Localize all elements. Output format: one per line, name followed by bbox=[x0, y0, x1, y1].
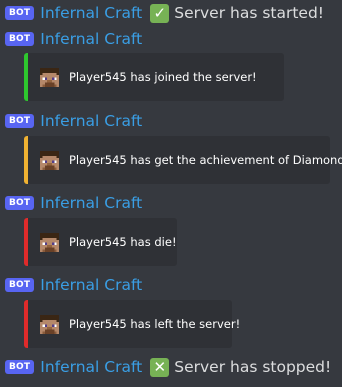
embed-player-joined: Player545 has joined the server! bbox=[24, 53, 284, 101]
bot-username[interactable]: Infernal Craft bbox=[40, 4, 142, 22]
message-server-stopped: BOT Infernal Craft ✕ Server has stopped! bbox=[5, 357, 331, 377]
player-avatar-icon bbox=[40, 150, 59, 170]
message-header: BOT Infernal Craft bbox=[5, 275, 142, 295]
bot-tag: BOT bbox=[5, 32, 35, 46]
embed-player-left: Player545 has left the server! bbox=[24, 300, 240, 348]
bot-tag: BOT bbox=[5, 278, 35, 292]
embed-color-bar bbox=[24, 136, 28, 184]
embed-color-bar bbox=[24, 218, 28, 266]
message-text: Server has stopped! bbox=[174, 358, 332, 376]
embed-color-bar bbox=[24, 300, 28, 348]
bot-username[interactable]: Infernal Craft bbox=[40, 276, 142, 294]
check-mark-button-icon: ✓ bbox=[150, 3, 170, 23]
embed-text: Player545 has die! bbox=[69, 235, 177, 249]
player-avatar-icon bbox=[40, 232, 59, 252]
embed-player-achievement: Player545 has get the achievement of Dia… bbox=[24, 136, 342, 184]
embed-text: Player545 has left the server! bbox=[69, 317, 241, 331]
message-header: BOT Infernal Craft bbox=[5, 193, 142, 213]
message-header: BOT Infernal Craft bbox=[5, 111, 142, 131]
player-avatar-icon bbox=[40, 314, 59, 334]
message-text: Server has started! bbox=[174, 4, 325, 22]
bot-tag: BOT bbox=[5, 114, 35, 128]
player-avatar-icon bbox=[40, 67, 59, 87]
cross-mark-button-icon: ✕ bbox=[150, 357, 170, 377]
bot-username[interactable]: Infernal Craft bbox=[40, 358, 142, 376]
embed-text: Player545 has get the achievement of Dia… bbox=[69, 153, 342, 167]
bot-tag: BOT bbox=[5, 360, 35, 374]
bot-username[interactable]: Infernal Craft bbox=[40, 112, 142, 130]
bot-tag: BOT bbox=[5, 196, 35, 210]
message-header: BOT Infernal Craft bbox=[5, 29, 142, 49]
embed-player-died: Player545 has die! bbox=[24, 218, 177, 266]
message-server-started: BOT Infernal Craft ✓ Server has started! bbox=[5, 3, 324, 23]
bot-username[interactable]: Infernal Craft bbox=[40, 30, 142, 48]
embed-text: Player545 has joined the server! bbox=[69, 70, 257, 84]
embed-color-bar bbox=[24, 53, 28, 101]
bot-tag: BOT bbox=[5, 6, 35, 20]
bot-username[interactable]: Infernal Craft bbox=[40, 194, 142, 212]
